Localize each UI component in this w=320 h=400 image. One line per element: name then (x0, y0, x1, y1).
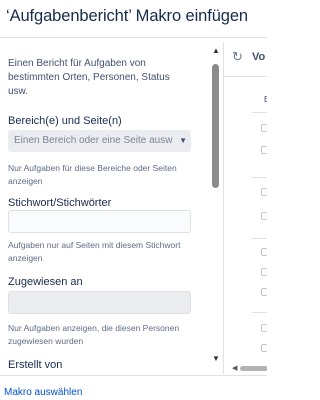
preview-divider (224, 76, 267, 77)
refresh-preview-label: Vo (252, 51, 266, 63)
preview-checkbox (261, 288, 267, 296)
chevron-down-icon: ▼ (179, 136, 187, 145)
dialog-title: ‘Aufgabenbericht’ Makro einfügen (6, 7, 249, 25)
refresh-preview-button[interactable]: ↻ Vo (224, 49, 267, 67)
assignee-input[interactable] (8, 291, 191, 314)
labels-label: Stichwort/Stichwörter (8, 197, 112, 209)
preview-column-header: E (264, 95, 267, 104)
select-macro-link[interactable]: Makro auswählen (4, 387, 82, 398)
scope-select[interactable]: Einen Bereich oder eine Seite ausw ▼ (8, 130, 191, 152)
scope-select-placeholder: Einen Bereich oder eine Seite ausw (14, 135, 173, 146)
preview-checkbox (261, 344, 267, 352)
preview-row-divider (252, 312, 267, 313)
scrollbar-thumb[interactable] (212, 64, 219, 188)
preview-checkbox (261, 188, 267, 196)
preview-checkbox (261, 146, 267, 154)
preview-checkbox (261, 324, 267, 332)
assignee-hint: Nur Aufgaben anzeigen, die diesen Person… (8, 323, 180, 346)
refresh-icon: ↻ (232, 49, 243, 64)
scroll-up-arrow-icon[interactable]: ▲ (210, 46, 222, 55)
macro-form-panel: Einen Bericht für Aufgaben von bestimmte… (0, 42, 211, 374)
preview-row-divider (252, 112, 267, 113)
footer-divider (0, 375, 267, 376)
macro-preview-panel: ↻ Vo E ◀ (223, 42, 267, 374)
labels-hint: Aufgaben nur auf Seiten mit diesem Stich… (8, 240, 181, 263)
preview-checkbox (261, 268, 267, 276)
preview-checkbox (261, 212, 267, 220)
preview-checkbox (261, 124, 267, 132)
preview-row-divider (252, 177, 267, 178)
preview-row-divider (252, 238, 267, 239)
macro-description: Einen Bericht für Aufgaben von bestimmte… (8, 58, 170, 97)
form-scrollbar[interactable]: ▲ ▼ (210, 42, 222, 374)
labels-input[interactable] (8, 210, 191, 233)
header-divider (0, 37, 267, 38)
creator-label: Erstellt von (8, 359, 63, 371)
scope-hint: Nur Aufgaben für diese Bereiche oder Sei… (8, 163, 177, 186)
scroll-down-arrow-icon[interactable]: ▼ (210, 354, 222, 363)
preview-checkbox (261, 248, 267, 256)
scroll-left-arrow-icon[interactable]: ◀ (232, 364, 237, 372)
preview-horizontal-scrollbar-thumb[interactable] (240, 366, 267, 371)
assignee-label: Zugewiesen an (8, 276, 83, 288)
scope-label: Bereich(e) und Seite(n) (8, 115, 122, 127)
